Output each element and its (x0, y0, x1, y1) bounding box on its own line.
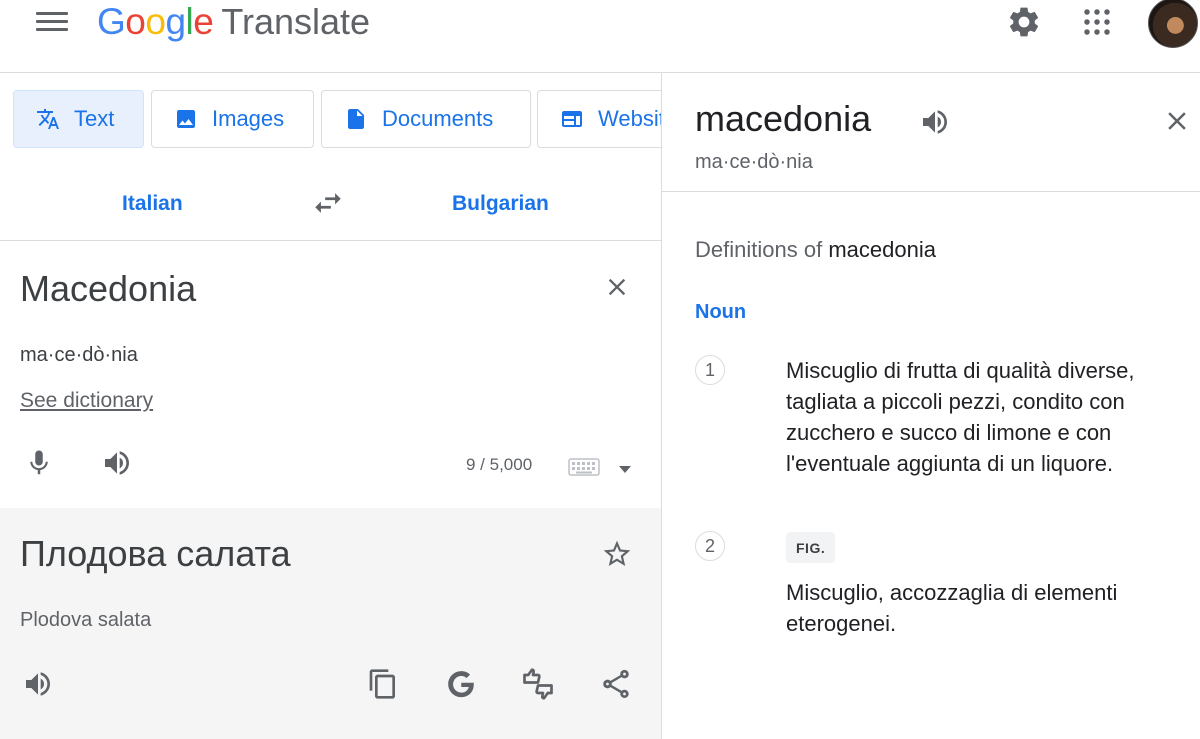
target-transliteration: Plodova salata (20, 609, 152, 631)
account-avatar[interactable] (1148, 0, 1198, 48)
translation-panel: Text Images Documents Websites Italian B… (0, 73, 661, 739)
definitions-word: macedonia (828, 237, 936, 262)
tab-documents[interactable]: Documents (321, 90, 531, 148)
app-header: Google Translate (0, 0, 1200, 73)
tab-text-label: Text (74, 106, 115, 131)
clear-source-close-icon[interactable] (603, 273, 631, 301)
definition-number: 1 (695, 355, 725, 385)
target-language-button[interactable]: Bulgarian (452, 192, 549, 216)
translate-icon (36, 107, 60, 131)
document-icon (344, 107, 368, 131)
source-speaker-icon[interactable] (100, 447, 134, 479)
definitions-prefix: Definitions of (695, 237, 823, 262)
settings-gear-icon[interactable] (1006, 4, 1042, 40)
usage-label-badge: FIG. (786, 532, 836, 563)
definition-number: 2 (695, 531, 725, 561)
tab-images-label: Images (212, 106, 285, 131)
translated-text: Плодова салата (20, 533, 291, 574)
keyboard-icon[interactable] (568, 457, 600, 477)
definition-text: Miscuglio, accozzaglia di elementi etero… (786, 580, 1118, 636)
target-speaker-icon[interactable] (20, 666, 56, 702)
image-icon (174, 107, 198, 131)
share-icon[interactable] (598, 666, 634, 702)
tab-websites-label: Websites (598, 106, 661, 131)
dictionary-panel: macedonia ma·ce·dò·nia Definitions of ma… (662, 73, 1200, 739)
apps-grid-icon[interactable] (1079, 4, 1115, 40)
keyboard-dropdown-icon[interactable] (619, 461, 631, 473)
language-selector-row: Italian Bulgarian (0, 166, 661, 241)
dictionary-syllables: ma·ce·dò·nia (695, 151, 813, 173)
tab-images[interactable]: Images (151, 90, 314, 148)
save-star-icon[interactable] (600, 538, 634, 570)
logo-translate-text: Translate (221, 1, 371, 42)
source-transliteration: ma·ce·dò·nia (20, 344, 138, 366)
dictionary-word: macedonia (695, 98, 872, 139)
google-translate-logo[interactable]: Google Translate (97, 0, 370, 44)
translation-output: Плодова салата Plodova salata (0, 508, 661, 739)
character-count: 9 / 5,000 (466, 455, 533, 474)
google-g-icon[interactable] (443, 666, 479, 702)
tab-documents-label: Documents (382, 106, 494, 131)
source-language-button[interactable]: Italian (122, 192, 183, 216)
definition-text: Miscuglio di frutta di qualità diverse, … (786, 358, 1135, 476)
rate-translation-icon[interactable] (520, 666, 556, 702)
see-dictionary-link[interactable]: See dictionary (20, 389, 153, 413)
mode-tabs: Text Images Documents Websites (13, 90, 661, 148)
logo-google-text: Google (97, 1, 214, 42)
close-dictionary-icon[interactable] (1162, 106, 1192, 136)
website-icon (560, 107, 584, 131)
definitions-heading: Definitions of macedonia (695, 237, 936, 263)
microphone-icon[interactable] (24, 447, 54, 479)
source-text-input[interactable]: Macedonia (20, 268, 196, 310)
dictionary-speaker-icon[interactable] (918, 106, 952, 138)
dictionary-header: macedonia ma·ce·dò·nia (662, 73, 1200, 192)
tab-websites[interactable]: Websites (537, 90, 661, 148)
menu-icon[interactable] (36, 12, 68, 34)
swap-languages-icon[interactable] (310, 186, 346, 220)
copy-icon[interactable] (365, 666, 401, 702)
part-of-speech: Noun (695, 301, 747, 323)
tab-text[interactable]: Text (13, 90, 144, 148)
